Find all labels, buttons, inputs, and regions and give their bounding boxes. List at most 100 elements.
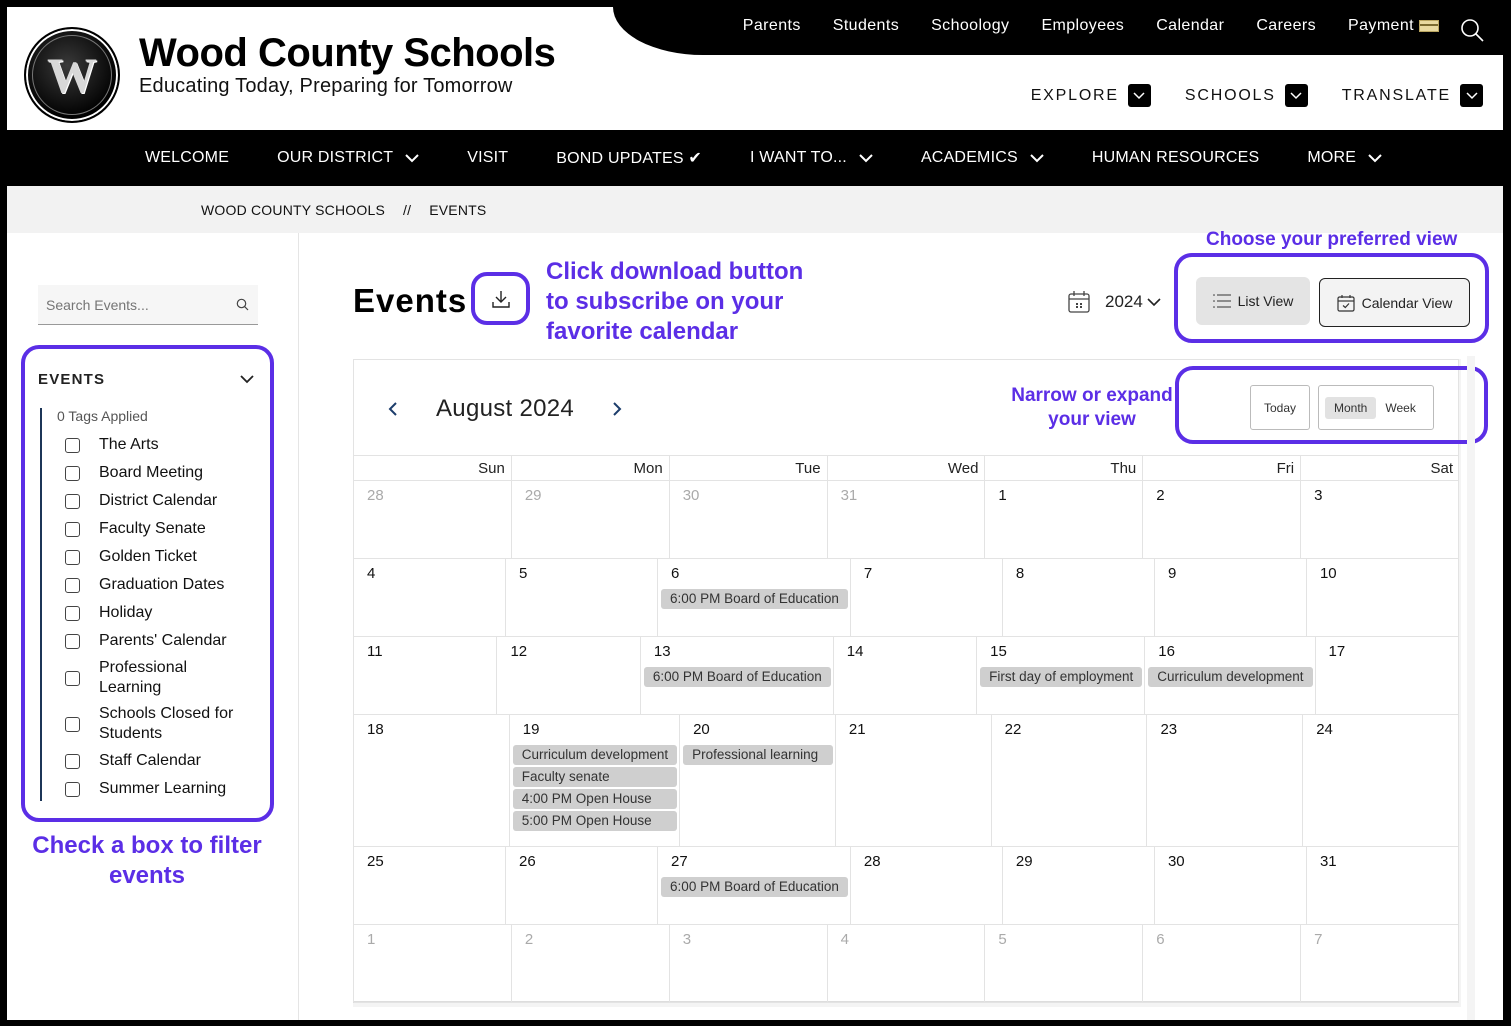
calendar-day[interactable]: 31 <box>1307 847 1459 924</box>
calendar-day[interactable]: 24 <box>1303 715 1459 846</box>
scrollbar-track[interactable] <box>1467 356 1475 1020</box>
calendar-day[interactable]: 5 <box>985 925 1144 1002</box>
calendar-day[interactable]: 7 <box>1301 925 1459 1002</box>
search-events-field[interactable] <box>38 285 258 325</box>
tag-checkbox[interactable] <box>65 577 80 593</box>
search-events-input[interactable] <box>46 296 226 313</box>
calendar-event[interactable]: 5:00 PM Open House <box>512 811 678 831</box>
utility-link-payment[interactable]: Payment <box>1348 17 1439 35</box>
calendar-day[interactable]: 14 <box>834 637 978 714</box>
calendar-day[interactable]: 7 <box>851 559 1003 636</box>
calendar-event[interactable]: Curriculum development <box>512 745 678 765</box>
translate-dropdown[interactable]: TRANSLATE <box>1342 84 1483 107</box>
month-button[interactable]: Month <box>1325 396 1377 419</box>
tag-checkbox[interactable] <box>65 493 80 509</box>
tag-filter-item[interactable]: Staff Calendar <box>65 747 249 775</box>
tag-filter-item[interactable]: Faculty Senate <box>65 515 249 543</box>
calendar-day[interactable]: 9 <box>1155 559 1307 636</box>
tag-checkbox[interactable] <box>65 549 80 565</box>
calendar-day[interactable]: 3 <box>1301 481 1459 558</box>
calendar-day[interactable]: 28 <box>354 481 512 558</box>
list-view-button[interactable]: List View <box>1196 277 1310 325</box>
calendar-day[interactable]: 26 <box>506 847 659 924</box>
calendar-event[interactable]: Faculty senate <box>512 767 678 787</box>
tag-filter-item[interactable]: Schools Closed for Students <box>65 701 249 747</box>
calendar-day[interactable]: 13 6:00 PM Board of Education <box>641 637 834 714</box>
tag-filter-item[interactable]: Graduation Dates <box>65 571 249 599</box>
calendar-day[interactable]: 1 <box>354 925 512 1002</box>
tag-filter-item[interactable]: Summer Learning <box>65 775 249 803</box>
calendar-day[interactable]: 28 <box>851 847 1003 924</box>
calendar-event[interactable]: Curriculum development <box>1148 667 1313 687</box>
calendar-day[interactable]: 3 <box>670 925 828 1002</box>
tag-checkbox[interactable] <box>65 521 80 537</box>
calendar-view-button[interactable]: Calendar View <box>1319 278 1470 327</box>
utility-link-calendar[interactable]: Calendar <box>1156 17 1224 35</box>
chevron-down-icon[interactable] <box>240 375 254 384</box>
calendar-day[interactable]: 12 <box>497 637 641 714</box>
calendar-event[interactable]: First day of employment <box>980 667 1143 687</box>
calendar-day[interactable]: 29 <box>1003 847 1155 924</box>
tag-filter-item[interactable]: Golden Ticket <box>65 543 249 571</box>
calendar-event[interactable]: 6:00 PM Board of Education <box>661 589 848 609</box>
calendar-event[interactable]: 4:00 PM Open House <box>512 789 678 809</box>
chevron-right-icon[interactable] <box>612 401 622 417</box>
tag-checkbox[interactable] <box>65 753 80 769</box>
calendar-day[interactable]: 29 <box>512 481 670 558</box>
calendar-day[interactable]: 10 <box>1307 559 1459 636</box>
calendar-day[interactable]: 4 <box>354 559 507 636</box>
calendar-event[interactable]: 6:00 PM Board of Education <box>661 877 848 897</box>
calendar-day[interactable]: 6 6:00 PM Board of Education <box>658 559 851 636</box>
district-logo[interactable]: W <box>24 27 120 123</box>
nav-item-bond-updates[interactable]: BOND UPDATES ✔ <box>556 148 702 168</box>
tag-filter-item[interactable]: Parents' Calendar <box>65 627 249 655</box>
tag-filter-item[interactable]: Board Meeting <box>65 459 249 487</box>
search-icon[interactable] <box>1459 17 1485 43</box>
tag-checkbox[interactable] <box>65 670 80 686</box>
tag-filter-item[interactable]: The Arts <box>65 431 249 459</box>
calendar-day[interactable]: 5 <box>506 559 659 636</box>
calendar-event[interactable]: 6:00 PM Board of Education <box>643 667 831 687</box>
breadcrumb-home[interactable]: WOOD COUNTY SCHOOLS <box>201 202 385 218</box>
calendar-day[interactable]: 17 <box>1316 637 1459 714</box>
calendar-day[interactable]: 18 <box>354 715 510 846</box>
calendar-day[interactable]: 31 <box>828 481 986 558</box>
nav-item-i-want-to[interactable]: I WANT TO... <box>750 149 873 167</box>
calendar-day[interactable]: 6 <box>1143 925 1302 1002</box>
tag-filter-item[interactable]: Holiday <box>65 599 249 627</box>
explore-dropdown[interactable]: EXPLORE <box>1031 84 1151 107</box>
utility-link-parents[interactable]: Parents <box>743 17 801 35</box>
calendar-day[interactable]: 20 Professional learning <box>680 715 836 846</box>
calendar-day[interactable]: 30 <box>1155 847 1307 924</box>
utility-link-employees[interactable]: Employees <box>1041 17 1124 35</box>
today-button[interactable]: Today <box>1250 385 1310 430</box>
calendar-day[interactable]: 2 <box>512 925 670 1002</box>
calendar-day[interactable]: 19 Curriculum development Faculty senate 4:… <box>510 715 681 846</box>
download-button[interactable] <box>471 272 530 325</box>
schools-dropdown[interactable]: SCHOOLS <box>1185 84 1308 107</box>
calendar-day[interactable]: 25 <box>354 847 507 924</box>
calendar-day[interactable]: 30 <box>670 481 828 558</box>
utility-link-schoology[interactable]: Schoology <box>931 17 1009 35</box>
calendar-day[interactable]: 4 <box>828 925 986 1002</box>
tag-checkbox[interactable] <box>65 781 80 797</box>
calendar-day[interactable]: 21 <box>836 715 992 846</box>
nav-item-more[interactable]: MORE <box>1307 149 1382 167</box>
nav-item-welcome[interactable]: WELCOME <box>145 149 229 167</box>
utility-link-careers[interactable]: Careers <box>1256 17 1316 35</box>
chevron-left-icon[interactable] <box>388 401 398 417</box>
nav-item-human-resources[interactable]: HUMAN RESOURCES <box>1092 149 1259 167</box>
calendar-day[interactable]: 11 <box>354 637 498 714</box>
calendar-day[interactable]: 8 <box>1003 559 1155 636</box>
tag-checkbox[interactable] <box>65 465 80 481</box>
calendar-day[interactable]: 2 <box>1143 481 1302 558</box>
site-title[interactable]: Wood County Schools <box>139 31 556 76</box>
search-icon[interactable] <box>236 298 249 311</box>
calendar-day[interactable]: 22 <box>992 715 1148 846</box>
nav-item-our-district[interactable]: OUR DISTRICT <box>277 149 419 167</box>
nav-item-academics[interactable]: ACADEMICS <box>921 149 1044 167</box>
tag-filter-item[interactable]: District Calendar <box>65 487 249 515</box>
nav-item-visit[interactable]: VISIT <box>467 149 508 167</box>
week-button[interactable]: Week <box>1376 397 1424 419</box>
calendar-day[interactable]: 27 6:00 PM Board of Education <box>658 847 851 924</box>
